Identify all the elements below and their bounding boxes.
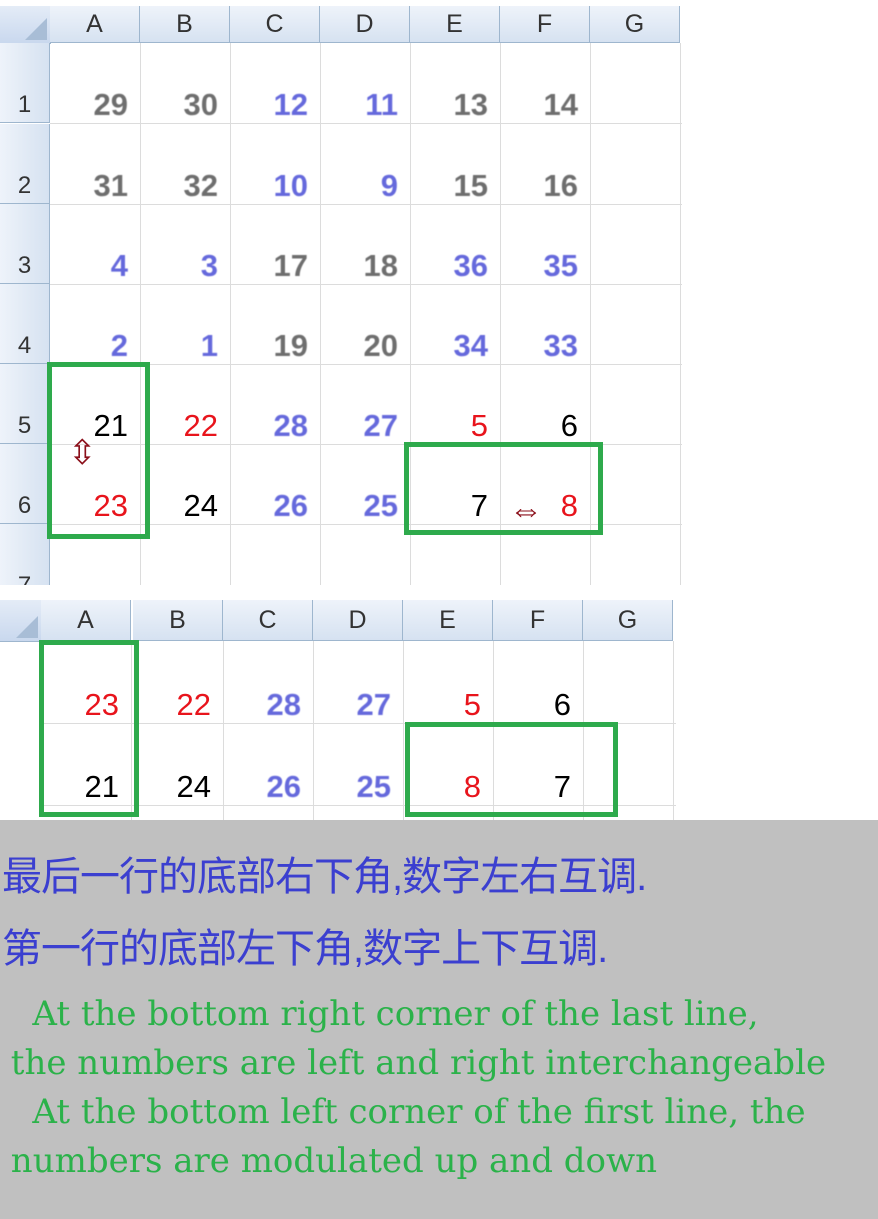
cell-b2[interactable]: 32: [140, 166, 218, 206]
highlight-box-column-a: [47, 362, 150, 539]
column-header-f[interactable]: F: [500, 6, 590, 43]
cell-c4[interactable]: 19: [230, 326, 308, 366]
cell-d1[interactable]: 11: [320, 85, 398, 125]
top-spreadsheet: ABCDEFG 1234567 293012111314313210915164…: [0, 0, 682, 585]
cell-e2[interactable]: 15: [410, 166, 488, 206]
gridline: [673, 641, 674, 820]
cell-c2[interactable]: 10: [230, 166, 308, 206]
column-header-e[interactable]: E: [403, 600, 493, 641]
cell-c6[interactable]: 26: [230, 486, 308, 526]
caption-en-line-1: At the bottom right corner of the last l…: [0, 994, 759, 1034]
row-header-5[interactable]: 5: [0, 364, 50, 444]
cell-f3[interactable]: 35: [500, 246, 578, 286]
caption-en-line-4: numbers are modulated up and down: [0, 1141, 658, 1181]
highlight-box-row6-ef: [404, 442, 603, 535]
cell-c1[interactable]: 12: [230, 85, 308, 125]
select-all-icon: [25, 18, 47, 40]
row-header-7[interactable]: 7: [0, 524, 50, 585]
cell-f1[interactable]: 14: [500, 85, 578, 125]
cell-f2[interactable]: 16: [500, 166, 578, 206]
cell-d1[interactable]: 27: [313, 685, 391, 725]
column-header-a[interactable]: A: [41, 600, 131, 641]
cell-f1[interactable]: 6: [493, 685, 571, 725]
cell-b3[interactable]: 3: [140, 246, 218, 286]
column-header-c[interactable]: C: [223, 600, 313, 641]
cell-d4[interactable]: 20: [320, 326, 398, 366]
gridline: [680, 43, 681, 585]
caption-zh-line-1: 最后一行的底部右下角,数字左右互调.: [2, 855, 647, 899]
caption-zh-line-2: 第一行的底部左下角,数字上下互调.: [2, 927, 608, 971]
column-header-c[interactable]: C: [230, 6, 320, 43]
column-header-d[interactable]: D: [320, 6, 410, 43]
cell-e5[interactable]: 5: [410, 406, 488, 446]
cell-f5[interactable]: 6: [500, 406, 578, 446]
caption-en-line-2: the numbers are left and right interchan…: [0, 1043, 827, 1083]
cell-d3[interactable]: 18: [320, 246, 398, 286]
column-header-g[interactable]: G: [590, 6, 680, 43]
cell-d5[interactable]: 27: [320, 406, 398, 446]
select-all-corner[interactable]: [0, 6, 51, 44]
cell-b1[interactable]: 22: [133, 685, 211, 725]
cell-e1[interactable]: 13: [410, 85, 488, 125]
column-header-d[interactable]: D: [313, 600, 403, 641]
row-header-6[interactable]: 6: [0, 444, 50, 524]
cell-b6[interactable]: 24: [140, 486, 218, 526]
cell-c3[interactable]: 17: [230, 246, 308, 286]
bottom-spreadsheet: ABCDEFG 23 22 28 27 5 6 21 24 26 25 8 7: [0, 600, 676, 820]
caption-en-line-3: At the bottom left corner of the first l…: [0, 1092, 806, 1132]
cell-b5[interactable]: 22: [140, 406, 218, 446]
row-header-2[interactable]: 2: [0, 124, 50, 204]
select-all-corner[interactable]: [0, 600, 42, 642]
cell-e3[interactable]: 36: [410, 246, 488, 286]
cell-d2[interactable]: 9: [320, 166, 398, 206]
cell-f4[interactable]: 33: [500, 326, 578, 366]
row-header-1[interactable]: 1: [0, 43, 50, 123]
cell-b1[interactable]: 30: [140, 85, 218, 125]
row-header-4[interactable]: 4: [0, 284, 50, 364]
highlight-box-column-a: [39, 640, 139, 817]
caption-panel: 最后一行的底部右下角,数字左右互调. 第一行的底部左下角,数字上下互调. At …: [0, 820, 878, 1219]
cell-d2[interactable]: 25: [313, 767, 391, 807]
swap-horizontal-icon: ⇔: [509, 491, 543, 529]
column-header-g[interactable]: G: [583, 600, 673, 641]
cell-c1[interactable]: 28: [223, 685, 301, 725]
column-header-b[interactable]: B: [140, 6, 230, 43]
swap-vertical-icon: ⇳: [68, 434, 97, 472]
column-header-b[interactable]: B: [133, 600, 223, 641]
cell-b4[interactable]: 1: [140, 326, 218, 366]
cell-c5[interactable]: 28: [230, 406, 308, 446]
cell-a3[interactable]: 4: [50, 246, 128, 286]
column-header-e[interactable]: E: [410, 6, 500, 43]
select-all-icon: [16, 616, 38, 638]
cell-c2[interactable]: 26: [223, 767, 301, 807]
column-header-a[interactable]: A: [50, 6, 140, 43]
cell-b2[interactable]: 24: [133, 767, 211, 807]
row-header-3[interactable]: 3: [0, 204, 50, 284]
cell-e1[interactable]: 5: [403, 685, 481, 725]
cell-e4[interactable]: 34: [410, 326, 488, 366]
column-header-f[interactable]: F: [493, 600, 583, 641]
cell-d6[interactable]: 25: [320, 486, 398, 526]
highlight-box-row2-ef: [405, 722, 618, 817]
cell-a2[interactable]: 31: [50, 166, 128, 206]
cell-a4[interactable]: 2: [50, 326, 128, 366]
cell-a1[interactable]: 29: [50, 85, 128, 125]
